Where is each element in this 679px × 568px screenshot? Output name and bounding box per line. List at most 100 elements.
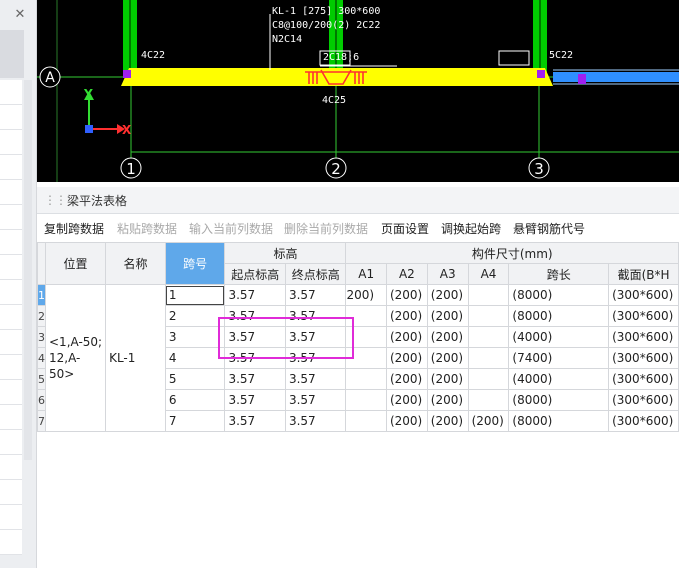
copy-span-data-button[interactable]: 复制跨数据 [44,220,104,237]
a1-cell[interactable] [345,326,387,348]
a1-cell[interactable] [345,347,387,369]
a4-cell[interactable] [467,305,510,327]
span-length-cell[interactable]: (4000) [508,326,610,348]
row-number[interactable]: 3 [37,326,46,348]
span-cell[interactable]: 4 [164,347,226,369]
position-cell[interactable]: <1,A-50; 12,A-50> [44,284,107,432]
cad-viewport[interactable]: A 1 2 3 Y X KL-1 [275] 300*600 C8@100/20… [37,0,679,182]
header-section[interactable]: 截面(B*H [608,263,679,285]
row-number[interactable]: 2 [37,305,46,327]
list-item[interactable] [0,305,22,330]
list-item[interactable] [0,180,22,205]
header-a1[interactable]: A1 [345,263,387,285]
input-column-data-button[interactable]: 输入当前列数据 [189,220,273,237]
list-item[interactable] [0,155,22,180]
list-item[interactable] [0,330,22,355]
panel-title-bar[interactable]: ⋮⋮ 梁平法表格 [37,187,679,214]
a3-cell[interactable]: (200) [426,347,469,369]
span-length-cell[interactable]: (8000) [508,284,610,306]
list-item[interactable] [0,455,22,480]
start-elevation-cell[interactable]: 3.57 [224,326,286,348]
row-number[interactable]: 5 [37,368,46,390]
end-elevation-cell[interactable]: 3.57 [284,410,347,432]
start-elevation-cell[interactable]: 3.57 [224,368,286,390]
list-item[interactable] [0,280,22,305]
list-item[interactable] [0,80,22,105]
delete-column-data-button[interactable]: 删除当前列数据 [284,220,368,237]
a1-cell[interactable] [345,389,387,411]
a3-cell[interactable]: (200) [426,410,469,432]
start-elevation-cell[interactable]: 3.57 [224,389,286,411]
list-item[interactable] [0,405,22,430]
header-start-elevation[interactable]: 起点标高 [224,263,286,285]
row-number[interactable]: 6 [37,389,46,411]
span-cell[interactable]: 2 [164,305,226,327]
a2-cell[interactable]: (200) [385,389,428,411]
paste-span-data-button[interactable]: 粘贴跨数据 [117,220,177,237]
list-item[interactable] [0,255,22,280]
a4-cell[interactable] [467,284,510,306]
list-item[interactable] [0,430,22,455]
a4-cell[interactable] [467,368,510,390]
list-item[interactable] [0,505,22,530]
section-cell[interactable]: (300*600) [608,305,679,327]
header-end-elevation[interactable]: 终点标高 [284,263,347,285]
list-item[interactable] [0,130,22,155]
a3-cell[interactable]: (200) [426,389,469,411]
list-item[interactable] [0,105,22,130]
section-cell[interactable]: (300*600) [608,389,679,411]
list-item[interactable] [0,205,22,230]
a3-cell[interactable]: (200) [426,326,469,348]
start-elevation-cell[interactable]: 3.57 [224,305,286,327]
start-elevation-cell[interactable]: 3.57 [224,284,286,306]
span-length-cell[interactable]: (7400) [508,347,610,369]
span-length-cell[interactable]: (4000) [508,368,610,390]
a2-cell[interactable]: (200) [385,410,428,432]
a2-cell[interactable]: (200) [385,305,428,327]
a1-cell[interactable]: 200) [345,284,387,306]
drag-grip-icon[interactable]: ⋮⋮ [44,193,67,207]
section-cell[interactable]: (300*600) [608,347,679,369]
header-span-length[interactable]: 跨长 [508,263,610,285]
list-item[interactable] [0,380,22,405]
header-a4[interactable]: A4 [467,263,510,285]
a3-cell[interactable]: (200) [426,305,469,327]
list-item[interactable] [0,355,22,380]
span-cell[interactable]: 3 [164,326,226,348]
row-number[interactable]: 1 [37,284,46,306]
a3-cell[interactable]: (200) [426,284,469,306]
list-item[interactable] [0,480,22,505]
span-length-cell[interactable]: (8000) [508,305,610,327]
span-cell[interactable]: 7 [164,410,226,432]
a1-cell[interactable] [345,368,387,390]
a3-cell[interactable]: (200) [426,368,469,390]
list-item[interactable] [0,530,22,555]
span-cell[interactable]: 5 [164,368,226,390]
end-elevation-cell[interactable]: 3.57 [284,326,347,348]
a2-cell[interactable]: (200) [385,326,428,348]
a4-cell[interactable]: (200) [467,410,510,432]
end-elevation-cell[interactable]: 3.57 [284,389,347,411]
start-elevation-cell[interactable]: 3.57 [224,347,286,369]
span-cell[interactable]: 6 [164,389,226,411]
a1-cell[interactable] [345,305,387,327]
a4-cell[interactable] [467,347,510,369]
name-cell[interactable]: KL-1 [105,284,166,432]
a4-cell[interactable] [467,326,510,348]
page-setup-button[interactable]: 页面设置 [381,220,429,237]
row-number[interactable]: 4 [37,347,46,369]
start-elevation-cell[interactable]: 3.57 [224,410,286,432]
a2-cell[interactable]: (200) [385,347,428,369]
header-a2[interactable]: A2 [385,263,428,285]
a4-cell[interactable] [467,389,510,411]
end-elevation-cell[interactable]: 3.57 [284,368,347,390]
span-cell[interactable]: 1 [164,284,226,306]
span-length-cell[interactable]: (8000) [508,389,610,411]
section-cell[interactable]: (300*600) [608,410,679,432]
header-a3[interactable]: A3 [426,263,469,285]
span-length-cell[interactable]: (8000) [508,410,610,432]
left-scrollbar[interactable] [24,80,32,460]
a2-cell[interactable]: (200) [385,284,428,306]
a2-cell[interactable]: (200) [385,368,428,390]
end-elevation-cell[interactable]: 3.57 [284,284,347,306]
